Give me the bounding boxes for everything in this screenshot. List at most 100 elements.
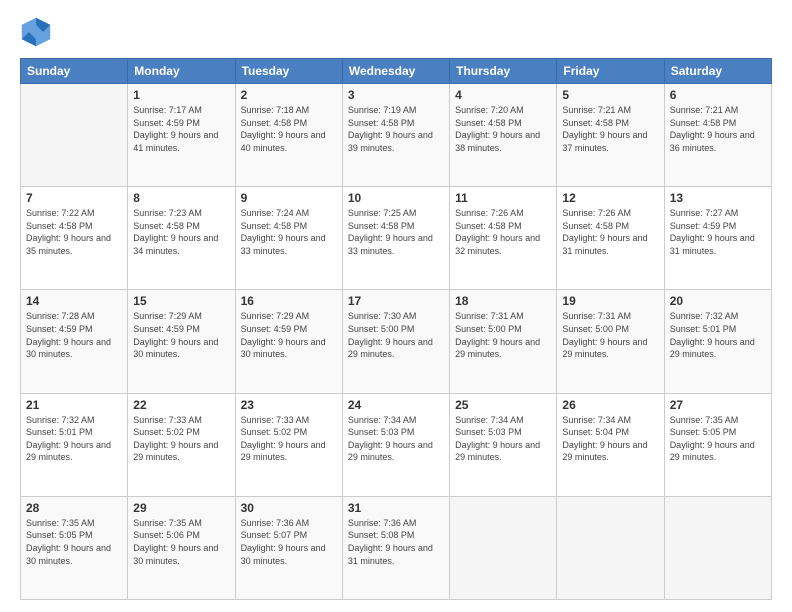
calendar-cell: 18Sunrise: 7:31 AMSunset: 5:00 PMDayligh… <box>450 290 557 393</box>
day-info: Sunrise: 7:32 AMSunset: 5:01 PMDaylight:… <box>670 310 766 360</box>
day-number: 17 <box>348 294 444 308</box>
day-number: 31 <box>348 501 444 515</box>
calendar-week-row: 21 Sunrise: 7:32 AMSunset: 5:01 PMDayligh… <box>21 393 772 496</box>
day-number: 21 <box>26 398 122 412</box>
day-info: Sunrise: 7:19 AMSunset: 4:58 PMDaylight:… <box>348 104 444 154</box>
calendar-header-tuesday: Tuesday <box>235 59 342 84</box>
page: SundayMondayTuesdayWednesdayThursdayFrid… <box>0 0 792 612</box>
day-number: 20 <box>670 294 766 308</box>
day-number: 28 <box>26 501 122 515</box>
calendar-header-monday: Monday <box>128 59 235 84</box>
day-number: 15 <box>133 294 229 308</box>
calendar-cell: 21 Sunrise: 7:32 AMSunset: 5:01 PMDayligh… <box>21 393 128 496</box>
calendar-cell: 27 Sunrise: 7:35 AMSunset: 5:05 PMDayligh… <box>664 393 771 496</box>
day-info: Sunrise: 7:26 AMSunset: 4:58 PMDaylight:… <box>455 207 551 257</box>
day-number: 1 <box>133 88 229 102</box>
calendar-cell: 20 Sunrise: 7:32 AMSunset: 5:01 PMDayligh… <box>664 290 771 393</box>
day-info: Sunrise: 7:34 AMSunset: 5:04 PMDaylight:… <box>562 414 658 464</box>
calendar-cell: 17 Sunrise: 7:30 AMSunset: 5:00 PMDayligh… <box>342 290 449 393</box>
day-number: 19 <box>562 294 658 308</box>
calendar-table: SundayMondayTuesdayWednesdayThursdayFrid… <box>20 58 772 600</box>
day-info: Sunrise: 7:30 AMSunset: 5:00 PMDaylight:… <box>348 310 444 360</box>
calendar-header-row: SundayMondayTuesdayWednesdayThursdayFrid… <box>21 59 772 84</box>
day-info: Sunrise: 7:29 AMSunset: 4:59 PMDaylight:… <box>133 310 229 360</box>
day-info: Sunrise: 7:25 AMSunset: 4:58 PMDaylight:… <box>348 207 444 257</box>
calendar-cell <box>21 84 128 187</box>
calendar-header-wednesday: Wednesday <box>342 59 449 84</box>
calendar-cell: 25 Sunrise: 7:34 AMSunset: 5:03 PMDayligh… <box>450 393 557 496</box>
day-number: 2 <box>241 88 337 102</box>
day-number: 18 <box>455 294 551 308</box>
day-number: 22 <box>133 398 229 412</box>
day-info: Sunrise: 7:27 AMSunset: 4:59 PMDaylight:… <box>670 207 766 257</box>
day-info: Sunrise: 7:35 AMSunset: 5:05 PMDaylight:… <box>26 517 122 567</box>
calendar-week-row: 1Sunrise: 7:17 AMSunset: 4:59 PMDaylight… <box>21 84 772 187</box>
day-info: Sunrise: 7:34 AMSunset: 5:03 PMDaylight:… <box>455 414 551 464</box>
calendar-header-sunday: Sunday <box>21 59 128 84</box>
calendar-cell: 22 Sunrise: 7:33 AMSunset: 5:02 PMDayligh… <box>128 393 235 496</box>
calendar-cell: 15 Sunrise: 7:29 AMSunset: 4:59 PMDayligh… <box>128 290 235 393</box>
day-number: 5 <box>562 88 658 102</box>
calendar-cell: 30 Sunrise: 7:36 AMSunset: 5:07 PMDayligh… <box>235 496 342 599</box>
calendar-cell <box>664 496 771 599</box>
calendar-cell: 16Sunrise: 7:29 AMSunset: 4:59 PMDayligh… <box>235 290 342 393</box>
calendar-cell: 7 Sunrise: 7:22 AMSunset: 4:58 PMDaylight… <box>21 187 128 290</box>
calendar-cell: 29 Sunrise: 7:35 AMSunset: 5:06 PMDayligh… <box>128 496 235 599</box>
day-info: Sunrise: 7:22 AMSunset: 4:58 PMDaylight:… <box>26 207 122 257</box>
calendar-cell: 8Sunrise: 7:23 AMSunset: 4:58 PMDaylight… <box>128 187 235 290</box>
day-number: 29 <box>133 501 229 515</box>
calendar-cell: 24 Sunrise: 7:34 AMSunset: 5:03 PMDayligh… <box>342 393 449 496</box>
day-info: Sunrise: 7:21 AMSunset: 4:58 PMDaylight:… <box>562 104 658 154</box>
calendar-cell: 9 Sunrise: 7:24 AMSunset: 4:58 PMDaylight… <box>235 187 342 290</box>
day-number: 14 <box>26 294 122 308</box>
day-info: Sunrise: 7:23 AMSunset: 4:58 PMDaylight:… <box>133 207 229 257</box>
day-number: 26 <box>562 398 658 412</box>
calendar-cell: 11 Sunrise: 7:26 AMSunset: 4:58 PMDayligh… <box>450 187 557 290</box>
calendar-header-friday: Friday <box>557 59 664 84</box>
day-info: Sunrise: 7:18 AMSunset: 4:58 PMDaylight:… <box>241 104 337 154</box>
day-number: 10 <box>348 191 444 205</box>
calendar-cell: 19Sunrise: 7:31 AMSunset: 5:00 PMDayligh… <box>557 290 664 393</box>
calendar-cell: 28 Sunrise: 7:35 AMSunset: 5:05 PMDayligh… <box>21 496 128 599</box>
day-info: Sunrise: 7:34 AMSunset: 5:03 PMDaylight:… <box>348 414 444 464</box>
day-info: Sunrise: 7:35 AMSunset: 5:06 PMDaylight:… <box>133 517 229 567</box>
calendar-cell: 5 Sunrise: 7:21 AMSunset: 4:58 PMDaylight… <box>557 84 664 187</box>
day-number: 3 <box>348 88 444 102</box>
calendar-cell: 10 Sunrise: 7:25 AMSunset: 4:58 PMDayligh… <box>342 187 449 290</box>
day-number: 11 <box>455 191 551 205</box>
calendar-cell: 26 Sunrise: 7:34 AMSunset: 5:04 PMDayligh… <box>557 393 664 496</box>
day-number: 30 <box>241 501 337 515</box>
day-info: Sunrise: 7:24 AMSunset: 4:58 PMDaylight:… <box>241 207 337 257</box>
day-number: 27 <box>670 398 766 412</box>
day-number: 7 <box>26 191 122 205</box>
day-number: 23 <box>241 398 337 412</box>
day-number: 24 <box>348 398 444 412</box>
day-info: Sunrise: 7:35 AMSunset: 5:05 PMDaylight:… <box>670 414 766 464</box>
day-info: Sunrise: 7:28 AMSunset: 4:59 PMDaylight:… <box>26 310 122 360</box>
day-info: Sunrise: 7:33 AMSunset: 5:02 PMDaylight:… <box>133 414 229 464</box>
day-number: 6 <box>670 88 766 102</box>
calendar-cell: 31 Sunrise: 7:36 AMSunset: 5:08 PMDayligh… <box>342 496 449 599</box>
calendar-cell <box>450 496 557 599</box>
day-info: Sunrise: 7:36 AMSunset: 5:08 PMDaylight:… <box>348 517 444 567</box>
day-number: 13 <box>670 191 766 205</box>
calendar-header-thursday: Thursday <box>450 59 557 84</box>
calendar-cell: 13 Sunrise: 7:27 AMSunset: 4:59 PMDayligh… <box>664 187 771 290</box>
calendar-cell: 6Sunrise: 7:21 AMSunset: 4:58 PMDaylight… <box>664 84 771 187</box>
day-number: 4 <box>455 88 551 102</box>
calendar-cell: 1Sunrise: 7:17 AMSunset: 4:59 PMDaylight… <box>128 84 235 187</box>
day-info: Sunrise: 7:26 AMSunset: 4:58 PMDaylight:… <box>562 207 658 257</box>
day-number: 9 <box>241 191 337 205</box>
calendar-week-row: 28 Sunrise: 7:35 AMSunset: 5:05 PMDayligh… <box>21 496 772 599</box>
calendar-cell: 2 Sunrise: 7:18 AMSunset: 4:58 PMDaylight… <box>235 84 342 187</box>
day-info: Sunrise: 7:33 AMSunset: 5:02 PMDaylight:… <box>241 414 337 464</box>
day-info: Sunrise: 7:32 AMSunset: 5:01 PMDaylight:… <box>26 414 122 464</box>
calendar-cell: 14 Sunrise: 7:28 AMSunset: 4:59 PMDayligh… <box>21 290 128 393</box>
calendar-cell: 12Sunrise: 7:26 AMSunset: 4:58 PMDayligh… <box>557 187 664 290</box>
day-number: 25 <box>455 398 551 412</box>
calendar-header-saturday: Saturday <box>664 59 771 84</box>
calendar-cell: 4Sunrise: 7:20 AMSunset: 4:58 PMDaylight… <box>450 84 557 187</box>
calendar-cell: 3 Sunrise: 7:19 AMSunset: 4:58 PMDaylight… <box>342 84 449 187</box>
day-info: Sunrise: 7:36 AMSunset: 5:07 PMDaylight:… <box>241 517 337 567</box>
calendar-cell <box>557 496 664 599</box>
